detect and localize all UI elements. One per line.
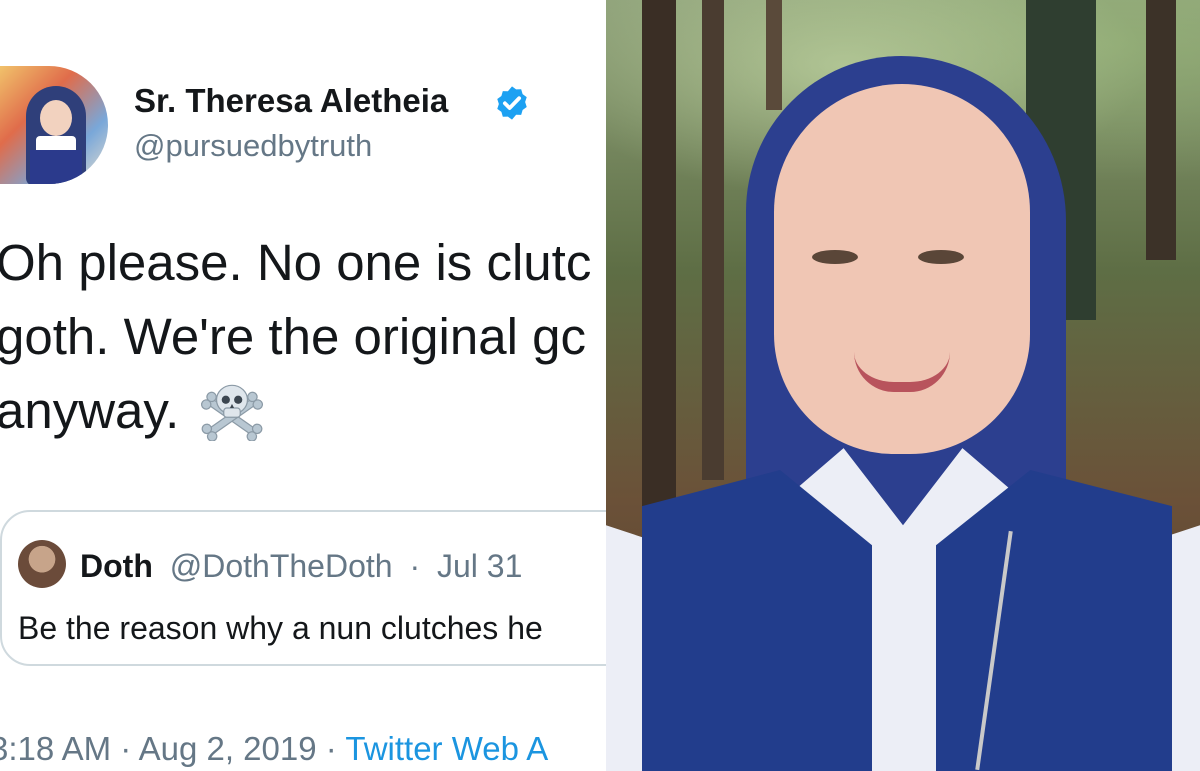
tweet-text-line-content: anyway. [0,382,180,439]
tweet-text-line: anyway. [0,374,606,448]
tweet-text: Oh please. No one is clutc goth. We're t… [0,226,606,448]
verified-badge-icon [497,86,527,120]
author-display-name[interactable]: Sr. Theresa Aletheia [134,82,448,120]
quoted-author-handle[interactable]: @DothTheDoth [170,548,393,584]
author-handle[interactable]: @pursuedbytruth [134,128,372,164]
avatar-vest [30,150,82,184]
quoted-tweet-text: Be the reason why a nun clutches he [18,610,543,646]
nun-portrait-photo [606,0,1200,771]
tweet-date[interactable]: Aug 2, 2019 [139,730,317,767]
quoted-tweet-card[interactable]: Doth @DothTheDoth · Jul 31 Be the reason… [0,510,606,666]
quoted-author-name[interactable]: Doth [80,548,153,584]
timestamp-separator: · [325,730,337,767]
tree-trunk [702,0,724,480]
avatar-face [40,100,72,136]
tweet-text-line: Oh please. No one is clutc [0,234,592,291]
timestamp-separator: · [120,730,132,767]
nun-eye [812,250,858,264]
tweet-text-line: goth. We're the original gc [0,308,586,365]
quoted-tweet-header: Doth @DothTheDoth · Jul 31 [80,548,522,585]
tree-trunk [766,0,782,110]
quoted-author-avatar[interactable] [18,540,66,588]
skull-and-crossbones-icon [201,384,264,441]
author-avatar[interactable] [0,66,108,184]
tweet-source-link[interactable]: Twitter Web A [345,730,548,767]
quoted-tweet-separator: · [409,548,421,584]
nun-eye [918,250,964,264]
tweet-timestamp-row: 3:18 AM · Aug 2, 2019 · Twitter Web A [0,730,548,768]
tree-trunk [1146,0,1176,260]
nun-face [774,84,1030,454]
tweet-panel: Sr. Theresa Aletheia @pursuedbytruth Oh … [0,0,606,771]
tweet-time[interactable]: 3:18 AM [0,730,111,767]
quoted-tweet-date[interactable]: Jul 31 [437,548,522,584]
